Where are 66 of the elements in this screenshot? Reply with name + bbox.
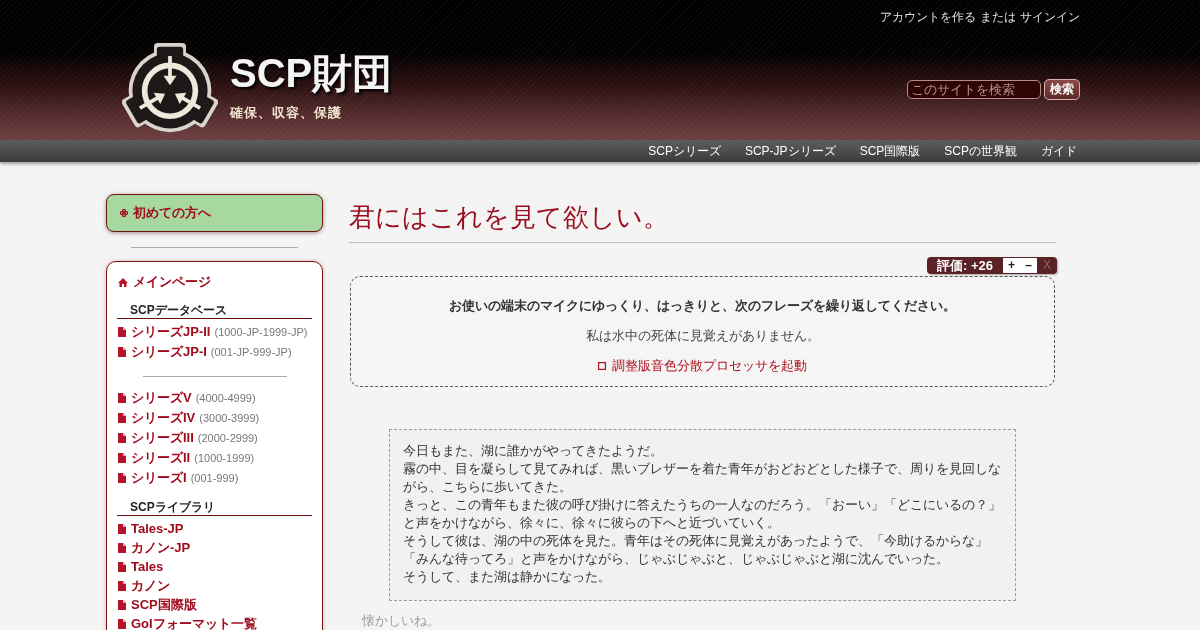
site-tagline: 確保、収容、保護 xyxy=(230,105,342,121)
page-icon xyxy=(118,453,126,463)
page-icon xyxy=(118,561,126,572)
sidebar-link[interactable]: シリーズIII xyxy=(118,429,194,447)
instruction-text: お使いの端末のマイクにゆっくり、はっきりと、次のフレーズを繰り返してください。 xyxy=(448,297,957,315)
sidebar-link[interactable]: カノン xyxy=(118,576,170,595)
search-button[interactable]: 検索 xyxy=(1044,79,1080,100)
processor-link[interactable]: 調整版音色分散プロセッサを起動 xyxy=(598,356,807,376)
page-icon xyxy=(118,393,126,403)
logo-icon xyxy=(122,41,218,135)
section-heading: SCPデータベース xyxy=(130,302,227,318)
page-icon xyxy=(118,327,126,337)
vote-button[interactable]: + xyxy=(1003,258,1020,273)
home-icon xyxy=(118,277,128,287)
range-text: (2000-2999) xyxy=(197,432,258,444)
page-icon xyxy=(118,473,126,483)
story-paragraph: そうして、また湖は静かになった。 xyxy=(403,568,612,586)
page-icon xyxy=(118,618,126,629)
rating-score: 評価: +26 xyxy=(936,257,994,274)
faint-text: 懐かしいね。 xyxy=(362,613,440,628)
vote-button[interactable]: – xyxy=(1020,258,1037,273)
sidebar-link[interactable]: カノン-JP xyxy=(118,538,191,557)
main-page-link[interactable]: メインページ xyxy=(118,273,211,291)
sidebar-link[interactable]: GoIフォーマット一覧 xyxy=(118,614,257,630)
square-icon xyxy=(598,362,606,370)
range-text: (001-JP-999-JP) xyxy=(210,346,292,358)
range-text: (4000-4999) xyxy=(195,392,256,404)
sidebar-link[interactable]: シリーズJP-II xyxy=(118,323,211,341)
page-icon xyxy=(118,580,126,591)
page-icon xyxy=(118,523,126,534)
page-icon xyxy=(118,599,126,610)
story-paragraph: そうして彼は、湖の中の死体を見た。青年はその死体に見覚えがあったようで、「今助けるからな」「みんな待ってろ」と声をかけながら、じゃぶじゃぶと、じゃぶじゃぶと湖に沈んでいった。 xyxy=(403,532,989,568)
sidebar-link[interactable]: シリーズII xyxy=(118,449,191,467)
search-field[interactable]: このサイトを検索 xyxy=(907,80,1041,99)
sidebar-link[interactable]: シリーズV xyxy=(118,389,192,407)
sidebar-link[interactable]: Tales xyxy=(118,559,164,574)
nav-link[interactable]: SCPシリーズ xyxy=(636,140,733,162)
page-title: 君にはこれを見て欲しい。 xyxy=(349,201,669,234)
story-paragraph: 霧の中、目を凝らして見てみれば、黒いブレザーを着た青年がおどおどとした様子で、周りを見回しながら、こちらに歩いてきた。 xyxy=(403,460,1002,496)
story-paragraph: きっと、この青年もまた彼の呼び掛けに答えたうちの一人なのだろう。「おーい」「どこにいるの？」と声をかけながら、徐々に、徐々に彼らの下へと近づいていく。 xyxy=(403,496,1002,532)
page-icon xyxy=(118,433,126,443)
sidebar-link[interactable]: シリーズIV xyxy=(118,409,196,427)
separator-text: または xyxy=(980,9,1016,25)
range-text: (1000-1999) xyxy=(194,452,255,464)
nav-link[interactable]: SCPの世界観 xyxy=(932,140,1029,162)
site-title: SCP財団 xyxy=(230,50,393,96)
sidebar-link[interactable]: Tales-JP xyxy=(118,521,184,536)
sidebar-link[interactable]: SCP国際版 xyxy=(118,595,197,614)
create-account-link[interactable]: アカウントを作る xyxy=(880,9,976,25)
nav-link[interactable]: SCP国際版 xyxy=(847,140,933,162)
page-icon xyxy=(118,542,126,553)
sidebar-link[interactable]: シリーズJP-I xyxy=(118,343,207,361)
phrase-text: 私は水中の死体に見覚えがありません。 xyxy=(584,327,821,345)
range-text: (3000-3999) xyxy=(199,412,260,424)
range-text: (001-999) xyxy=(190,472,239,484)
nav-link[interactable]: ガイド xyxy=(1029,140,1089,162)
section-heading: SCPライブラリ xyxy=(130,499,215,515)
page-icon xyxy=(118,413,126,423)
sidebar-link[interactable]: シリーズI xyxy=(118,469,187,487)
sign-in-link[interactable]: サインイン xyxy=(1020,9,1080,25)
flower-icon xyxy=(120,209,128,217)
range-text: (1000-JP-1999-JP) xyxy=(214,326,308,338)
nav-link[interactable]: SCP-JPシリーズ xyxy=(732,140,848,162)
intro-button[interactable]: 初めての方へ xyxy=(106,194,323,232)
story-paragraph: 今日もまた、湖に誰かがやってきたようだ。 xyxy=(403,442,664,460)
page-icon xyxy=(118,347,126,357)
